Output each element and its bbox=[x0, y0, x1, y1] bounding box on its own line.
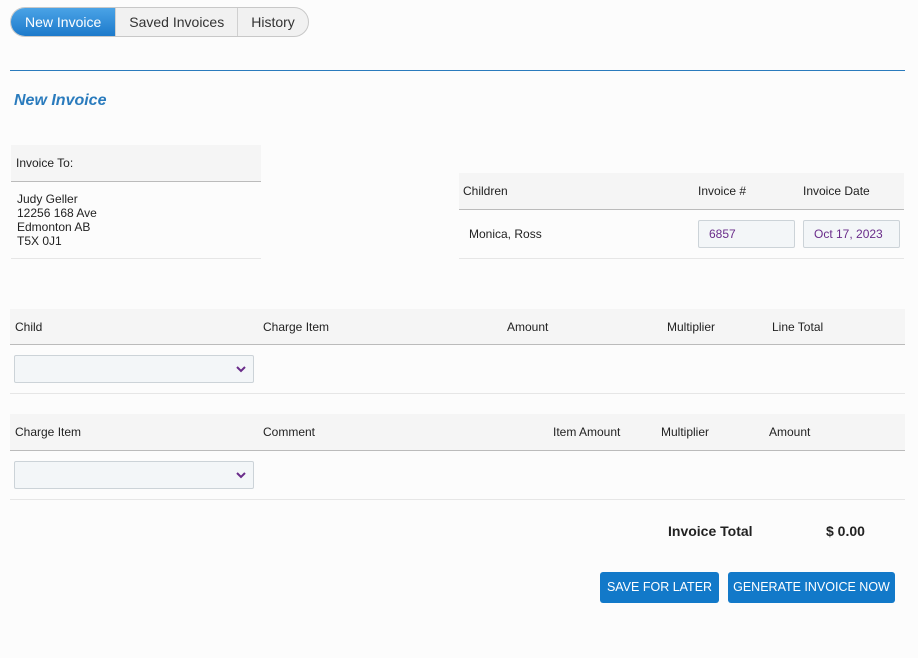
col-multiplier-2: Multiplier bbox=[661, 425, 710, 439]
invoice-total-label: Invoice Total bbox=[668, 523, 753, 539]
chevron-down-icon bbox=[236, 366, 246, 373]
invoice-date-header: Invoice Date bbox=[803, 184, 870, 198]
col-comment: Comment bbox=[263, 425, 316, 439]
col-amount: Amount bbox=[507, 320, 549, 334]
tab-bar: New Invoice Saved Invoices History bbox=[10, 7, 309, 37]
children-value: Monica, Ross bbox=[469, 227, 542, 241]
invoice-number-header: Invoice # bbox=[698, 184, 747, 198]
page-title: New Invoice bbox=[14, 92, 107, 109]
chevron-down-icon bbox=[236, 472, 246, 479]
address-postal: T5X 0J1 bbox=[17, 234, 62, 248]
save-for-later-button[interactable]: SAVE FOR LATER bbox=[600, 572, 719, 603]
child-table-header: Child Charge Item Amount Multiplier Line… bbox=[10, 309, 905, 345]
address-name: Judy Geller bbox=[17, 192, 78, 206]
address-divider bbox=[11, 258, 261, 259]
address-street: 12256 168 Ave bbox=[17, 206, 97, 220]
charge-item-select[interactable] bbox=[14, 461, 254, 489]
col-charge-item: Charge Item bbox=[263, 320, 330, 334]
address-city: Edmonton AB bbox=[17, 220, 91, 234]
tab-saved-invoices[interactable]: Saved Invoices bbox=[115, 8, 237, 36]
invoice-total-value: $ 0.00 bbox=[826, 523, 865, 539]
child-table-divider bbox=[10, 393, 905, 394]
summary-divider bbox=[459, 258, 904, 259]
col-line-total: Line Total bbox=[772, 320, 824, 334]
tab-new-invoice[interactable]: New Invoice bbox=[11, 8, 116, 36]
children-header: Children bbox=[463, 184, 508, 198]
invoice-to-header: Invoice To: bbox=[11, 145, 261, 182]
tab-history[interactable]: History bbox=[237, 8, 308, 36]
summary-header: Children Invoice # Invoice Date bbox=[459, 173, 904, 210]
title-divider bbox=[10, 70, 905, 71]
col-amount-2: Amount bbox=[769, 425, 811, 439]
col-charge-item-2: Charge Item bbox=[15, 425, 82, 439]
generate-invoice-button[interactable]: GENERATE INVOICE NOW bbox=[728, 572, 895, 603]
invoice-number-field[interactable]: 6857 bbox=[698, 220, 795, 248]
invoice-to-label: Invoice To: bbox=[16, 156, 74, 170]
charge-table-header: Charge Item Comment Item Amount Multipli… bbox=[10, 414, 905, 451]
charge-table-divider bbox=[10, 499, 905, 500]
col-item-amount: Item Amount bbox=[553, 425, 621, 439]
invoice-date-field[interactable]: Oct 17, 2023 bbox=[803, 220, 900, 248]
col-child: Child bbox=[15, 320, 43, 334]
child-select[interactable] bbox=[14, 355, 254, 383]
col-multiplier: Multiplier bbox=[667, 320, 716, 334]
billing-address: Judy Geller 12256 168 Ave Edmonton AB T5… bbox=[17, 192, 97, 248]
